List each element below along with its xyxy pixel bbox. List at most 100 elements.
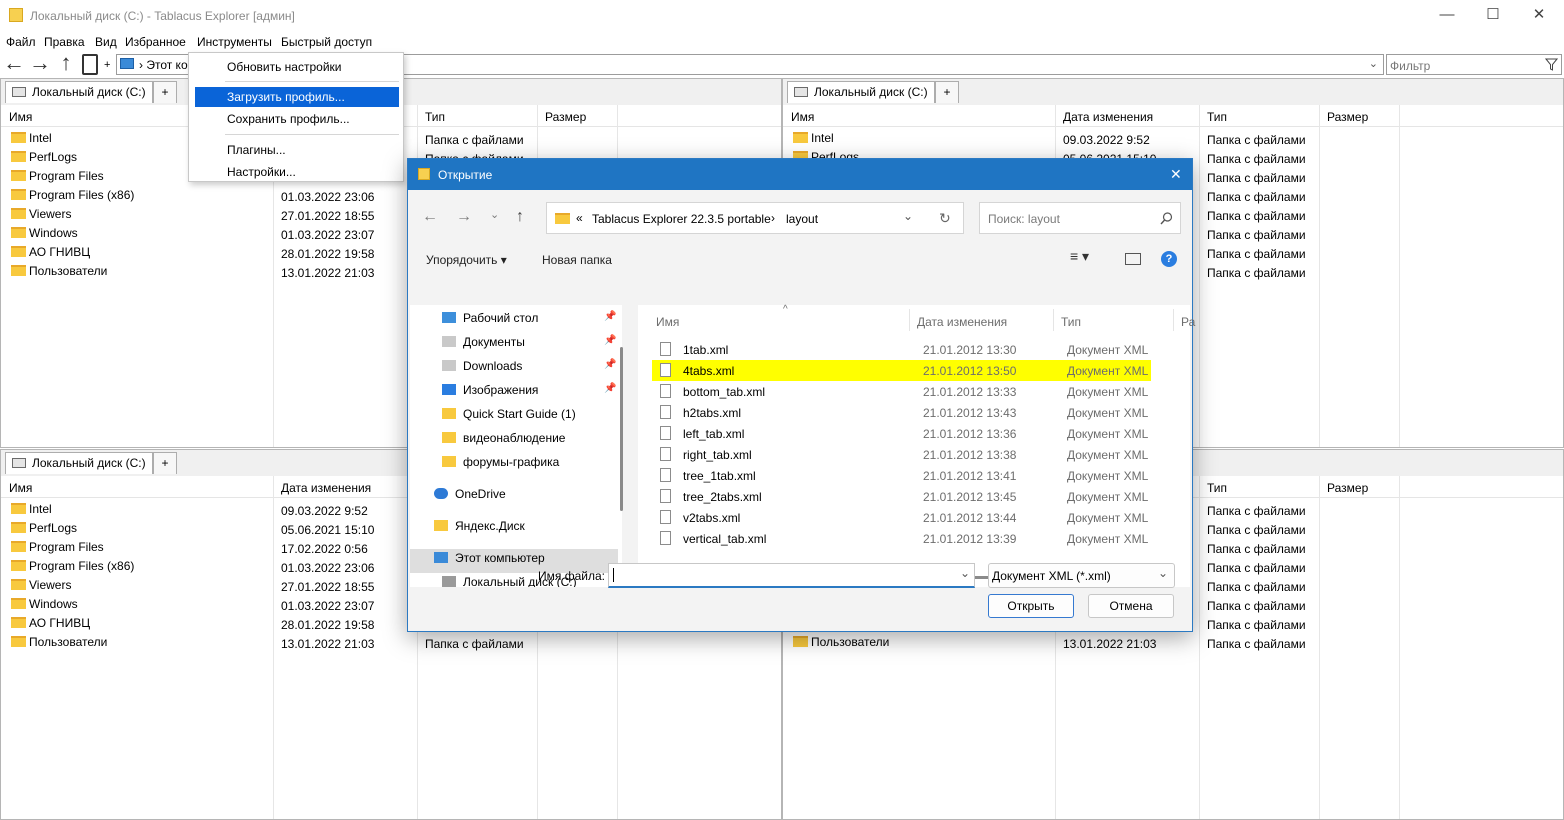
file-row[interactable]: v2tabs.xml 21.01.2012 13:44 Документ XML: [652, 507, 1152, 528]
filter-icon[interactable]: [1545, 58, 1558, 71]
chevron-down-icon[interactable]: ⌄: [1369, 57, 1378, 70]
filter-input[interactable]: Фильтр: [1386, 54, 1562, 75]
file-row[interactable]: bottom_tab.xml 21.01.2012 13:33 Документ X…: [652, 381, 1152, 402]
minimize-button[interactable]: —: [1424, 0, 1470, 32]
list-item[interactable]: Program Files (x86): [11, 559, 134, 578]
menu-edit[interactable]: Правка: [44, 35, 85, 49]
forward-arrow-icon[interactable]: →: [28, 52, 52, 76]
add-tab-button[interactable]: +: [153, 452, 177, 474]
tab-local-disk[interactable]: Локальный диск (C:): [5, 452, 153, 474]
menu-item-refresh-settings[interactable]: Обновить настройки: [195, 57, 399, 77]
file-row[interactable]: left_tab.xml 21.01.2012 13:36 Документ XML: [652, 423, 1152, 444]
file-row[interactable]: h2tabs.xml 21.01.2012 13:43 Документ XML: [652, 402, 1152, 423]
file-row[interactable]: 1tab.xml 21.01.2012 13:30 Документ XML: [652, 339, 1152, 360]
file-row-highlighted[interactable]: 4tabs.xml 21.01.2012 13:50 Документ XML: [652, 360, 1151, 381]
menu-quick-access[interactable]: Быстрый доступ: [281, 35, 372, 49]
file-row[interactable]: tree_2tabs.xml 21.01.2012 13:45 Документ X…: [652, 486, 1152, 507]
close-button[interactable]: ✕: [1516, 0, 1562, 32]
menu-favorites[interactable]: Избранное: [125, 35, 186, 49]
col-type[interactable]: Тип: [1061, 315, 1081, 329]
tab-local-disk[interactable]: Локальный диск (C:): [787, 81, 935, 103]
open-button[interactable]: Открыть: [988, 594, 1074, 618]
new-tab-icon[interactable]: [82, 54, 98, 75]
list-item[interactable]: Пользователи: [11, 264, 107, 283]
organize-button[interactable]: Упорядочить ▾: [426, 253, 507, 267]
col-date[interactable]: Дата изменения: [281, 481, 371, 495]
path-part[interactable]: Tablacus Explorer 22.3.5 portable: [592, 212, 771, 226]
chevron-down-icon[interactable]: ⌄: [490, 208, 499, 221]
nav-item-yandex-disk[interactable]: Яндекс.Диск: [410, 519, 618, 541]
add-icon[interactable]: +: [104, 59, 110, 71]
dialog-path-bar[interactable]: « Tablacus Explorer 22.3.5 portable › la…: [546, 202, 964, 234]
nav-item-desktop[interactable]: Рабочий стол 📌: [410, 311, 618, 333]
list-item[interactable]: Windows: [11, 226, 78, 245]
list-item[interactable]: Program Files: [11, 169, 104, 188]
menu-item-save-profile[interactable]: Сохранить профиль...: [195, 109, 399, 129]
filename-input[interactable]: ⌄: [608, 563, 975, 588]
nav-item-pictures[interactable]: Изображения 📌: [410, 383, 618, 405]
list-item[interactable]: PerfLogs: [11, 150, 77, 169]
nav-item-downloads[interactable]: Downloads 📌: [410, 359, 618, 381]
col-date[interactable]: Дата изменения: [917, 315, 1007, 329]
nav-item-onedrive[interactable]: OneDrive: [410, 487, 618, 509]
nav-item-video[interactable]: видеонаблюдение: [410, 431, 618, 453]
col-name[interactable]: Имя: [656, 315, 679, 329]
filetype-select[interactable]: Документ XML (*.xml) ⌄: [988, 563, 1175, 588]
list-item[interactable]: Program Files: [11, 540, 104, 559]
menu-tools[interactable]: Инструменты: [197, 35, 272, 49]
list-item[interactable]: Пользователи: [11, 635, 107, 654]
list-item[interactable]: Intel: [793, 131, 834, 150]
dialog-search-input[interactable]: Поиск: layout: [979, 202, 1181, 234]
back-arrow-icon[interactable]: ←: [2, 52, 26, 76]
chevron-down-icon[interactable]: ⌄: [960, 566, 970, 580]
col-type[interactable]: Тип: [1207, 481, 1227, 495]
menu-item-load-profile[interactable]: Загрузить профиль...: [195, 87, 399, 107]
list-item[interactable]: Intel: [11, 502, 52, 521]
cancel-button[interactable]: Отмена: [1088, 594, 1174, 618]
col-type[interactable]: Тип: [425, 110, 445, 124]
list-item[interactable]: Windows: [11, 597, 78, 616]
list-item[interactable]: Viewers: [11, 578, 71, 597]
path-part[interactable]: layout: [786, 212, 818, 226]
list-item[interactable]: АО ГНИВЦ: [11, 245, 90, 264]
add-tab-button[interactable]: +: [153, 81, 177, 103]
col-type[interactable]: Тип: [1207, 110, 1227, 124]
maximize-button[interactable]: ☐: [1470, 0, 1516, 32]
tab-local-disk[interactable]: Локальный диск (C:): [5, 81, 153, 103]
nav-item-documents[interactable]: Документы 📌: [410, 335, 618, 357]
list-item[interactable]: Program Files (x86): [11, 188, 134, 207]
col-date[interactable]: Дата изменения: [1063, 110, 1153, 124]
menu-view[interactable]: Вид: [95, 35, 117, 49]
file-row[interactable]: vertical_tab.xml 21.01.2012 13:39 Документ…: [652, 528, 1152, 549]
refresh-icon[interactable]: ↻: [939, 210, 951, 227]
add-tab-button[interactable]: +: [935, 81, 959, 103]
help-icon[interactable]: ?: [1161, 251, 1177, 267]
up-arrow-icon[interactable]: ↑: [516, 208, 524, 226]
col-size[interactable]: Ра: [1181, 315, 1195, 329]
nav-scrollbar[interactable]: [620, 347, 623, 511]
col-name[interactable]: Имя: [9, 110, 32, 124]
menu-file[interactable]: Файл: [6, 35, 36, 49]
col-name[interactable]: Имя: [791, 110, 814, 124]
col-size[interactable]: Размер: [1327, 110, 1368, 124]
col-name[interactable]: Имя: [9, 481, 32, 495]
menu-item-plugins[interactable]: Плагины...: [195, 140, 399, 160]
new-folder-button[interactable]: Новая папка: [542, 253, 612, 267]
list-item[interactable]: Пользователи: [793, 635, 889, 654]
dialog-close-button[interactable]: ✕: [1170, 166, 1182, 183]
list-item[interactable]: PerfLogs: [11, 521, 77, 540]
up-arrow-icon[interactable]: ↑: [54, 52, 78, 76]
list-item[interactable]: Viewers: [11, 207, 71, 226]
chevron-down-icon[interactable]: ⌄: [1158, 566, 1168, 580]
view-menu-icon[interactable]: ≡ ▾: [1070, 248, 1089, 265]
menu-item-settings[interactable]: Настройки...: [195, 162, 399, 182]
list-item[interactable]: АО ГНИВЦ: [11, 616, 90, 635]
chevron-down-icon[interactable]: ⌄: [903, 209, 913, 223]
file-row[interactable]: tree_1tab.xml 21.01.2012 13:41 Документ XM…: [652, 465, 1152, 486]
forward-arrow-icon[interactable]: →: [456, 208, 472, 226]
list-item[interactable]: Intel: [11, 131, 52, 150]
file-row[interactable]: right_tab.xml 21.01.2012 13:38 Документ XM…: [652, 444, 1152, 465]
back-arrow-icon[interactable]: ←: [422, 208, 438, 226]
col-size[interactable]: Размер: [545, 110, 586, 124]
preview-pane-icon[interactable]: [1125, 253, 1141, 265]
